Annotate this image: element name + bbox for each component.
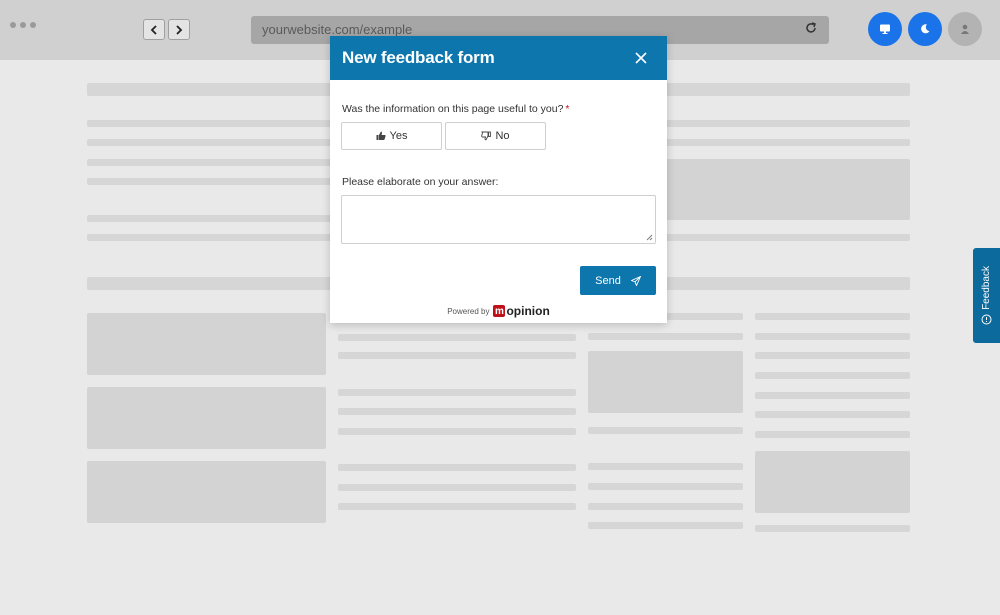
forward-button[interactable] <box>168 19 190 40</box>
question-useful-label: Was the information on this page useful … <box>342 103 570 115</box>
thumbs-up-icon <box>376 131 386 140</box>
skeleton-line <box>87 178 337 185</box>
skeleton-line <box>755 525 910 532</box>
skeleton-line <box>338 352 576 359</box>
back-button[interactable] <box>143 19 165 40</box>
skeleton-line <box>338 428 576 435</box>
skeleton-line <box>588 522 743 529</box>
elaborate-label: Please elaborate on your answer: <box>342 176 499 188</box>
close-button[interactable] <box>631 48 651 68</box>
skeleton-line <box>588 427 743 434</box>
chevron-right-icon <box>176 24 183 35</box>
moon-icon <box>921 24 930 34</box>
feedback-modal: New feedback form Was the information on… <box>330 36 667 323</box>
skeleton-line <box>755 313 910 320</box>
yes-button[interactable]: Yes <box>341 122 442 150</box>
brand-mark: m <box>493 305 506 317</box>
skeleton-block <box>665 159 910 220</box>
skeleton-line <box>588 333 743 340</box>
skeleton-block <box>87 313 326 375</box>
window-dots <box>10 22 36 28</box>
required-mark: * <box>565 103 570 115</box>
close-icon <box>635 52 647 64</box>
speech-bubble-icon <box>981 314 992 325</box>
skeleton-line <box>588 463 743 470</box>
skeleton-line <box>755 411 910 418</box>
user-button[interactable] <box>948 12 982 46</box>
skeleton-line <box>87 215 337 222</box>
powered-by: Powered by m opinion <box>330 304 667 318</box>
no-label: No <box>495 130 510 142</box>
skeleton-line <box>338 503 576 510</box>
window-dot <box>10 22 16 28</box>
question-text: Was the information on this page useful … <box>342 103 564 115</box>
skeleton-block <box>87 461 326 523</box>
skeleton-line <box>87 159 337 166</box>
window-dot <box>30 22 36 28</box>
desktop-icon <box>880 24 890 34</box>
skeleton-line <box>338 389 576 396</box>
paper-plane-icon <box>630 275 641 286</box>
url-text: yourwebsite.com/example <box>262 22 413 37</box>
skeleton-block <box>87 387 326 449</box>
skeleton-line <box>338 408 576 415</box>
skeleton-line <box>338 484 576 491</box>
modal-header: New feedback form <box>330 36 667 80</box>
skeleton-line <box>755 333 910 340</box>
skeleton-line <box>755 431 910 438</box>
dark-mode-button[interactable] <box>908 12 942 46</box>
mopinion-logo[interactable]: m opinion <box>493 304 550 318</box>
thumbs-down-icon <box>481 131 492 141</box>
skeleton-line <box>338 464 576 471</box>
skeleton-line <box>755 372 910 379</box>
elaborate-textarea[interactable] <box>341 195 656 244</box>
resize-handle-icon[interactable] <box>646 234 653 241</box>
skeleton-line <box>588 483 743 490</box>
skeleton-block <box>588 351 743 413</box>
reload-icon[interactable] <box>805 16 817 44</box>
skeleton-block <box>755 451 910 513</box>
no-button[interactable]: No <box>445 122 546 150</box>
powered-by-text: Powered by <box>447 306 490 316</box>
modal-title: New feedback form <box>342 48 495 67</box>
user-icon <box>961 24 969 34</box>
skeleton-line <box>338 334 576 341</box>
skeleton-line <box>755 352 910 359</box>
yes-label: Yes <box>389 130 408 142</box>
desktop-view-button[interactable] <box>868 12 902 46</box>
feedback-tab-label: Feedback <box>981 266 992 310</box>
window-dot <box>20 22 26 28</box>
feedback-side-tab[interactable]: Feedback <box>973 248 1000 343</box>
chevron-left-icon <box>150 24 157 35</box>
skeleton-line <box>755 392 910 399</box>
brand-name: opinion <box>506 304 550 318</box>
send-label: Send <box>595 274 621 287</box>
skeleton-line <box>588 503 743 510</box>
send-button[interactable]: Send <box>580 266 656 295</box>
